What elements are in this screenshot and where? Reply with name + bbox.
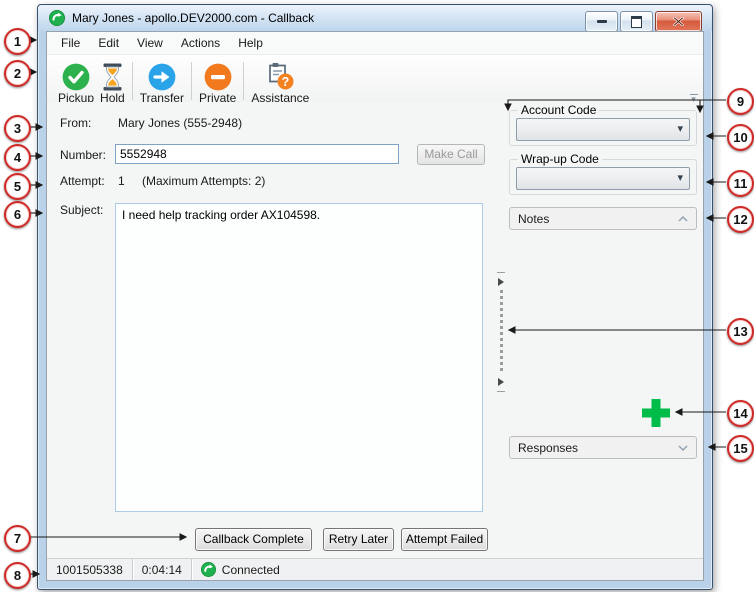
status-connection: Connected: [222, 563, 280, 577]
toolbar: Pickup Hold: [47, 55, 703, 107]
menu-actions[interactable]: Actions: [172, 33, 229, 53]
transfer-button[interactable]: Transfer: [137, 61, 187, 104]
toolbar-separator: [132, 62, 133, 100]
chevron-up-icon: [678, 216, 688, 222]
menu-view[interactable]: View: [128, 33, 172, 53]
wrapup-code-combobox[interactable]: ▾: [516, 167, 690, 190]
assistance-button[interactable]: ? Assistance: [248, 61, 312, 104]
minimize-icon: [597, 20, 607, 23]
retry-later-button[interactable]: Retry Later: [323, 528, 394, 551]
callout-14: 14: [727, 400, 754, 427]
toolbar-separator: [243, 62, 244, 100]
svg-text:?: ?: [282, 75, 290, 89]
status-duration-cell: 0:04:14: [133, 559, 192, 580]
add-response-icon[interactable]: [641, 398, 671, 428]
chevron-down-icon: ▾: [677, 122, 683, 136]
client-area: File Edit View Actions Help Pickup: [46, 31, 704, 581]
hold-hourglass-icon: [102, 63, 123, 91]
minimize-button[interactable]: [585, 11, 618, 32]
callout-7: 7: [4, 525, 31, 552]
from-label: From:: [60, 116, 91, 130]
from-value: Mary Jones (555-2948): [118, 116, 242, 130]
pickup-check-icon: [62, 63, 90, 91]
callout-5: 5: [4, 173, 31, 200]
panel-splitter[interactable]: [496, 272, 506, 392]
status-number: 1001505338: [56, 563, 123, 577]
callout-6: 6: [4, 201, 31, 228]
screenshot-stage: Mary Jones - apollo.DEV2000.com - Callba…: [0, 0, 754, 592]
attempt-value: 1: [118, 174, 125, 188]
callback-complete-button[interactable]: Callback Complete: [195, 528, 312, 551]
status-connection-cell: Connected: [192, 559, 289, 580]
pickup-button[interactable]: Pickup: [55, 61, 97, 104]
toolbar-overflow-icon: [690, 94, 698, 95]
subject-label: Subject:: [60, 203, 103, 217]
account-code-combobox[interactable]: ▾: [516, 118, 690, 141]
status-bar: 1001505338 0:04:14 Connected: [47, 558, 703, 580]
wrapup-code-label: Wrap-up Code: [518, 152, 602, 166]
private-button[interactable]: Private: [196, 61, 239, 104]
callout-12: 12: [727, 206, 754, 233]
callout-4: 4: [4, 144, 31, 171]
toolbar-separator: [191, 62, 192, 100]
splitter-end: [497, 391, 505, 392]
callout-1: 1: [4, 28, 31, 55]
callout-3: 3: [4, 115, 31, 142]
menu-bar: File Edit View Actions Help: [47, 32, 703, 55]
notes-expander[interactable]: Notes: [509, 207, 697, 230]
account-code-label: Account Code: [518, 103, 599, 117]
splitter-collapse-arrow-icon[interactable]: [498, 378, 504, 386]
transfer-arrow-icon: [148, 63, 176, 91]
number-input[interactable]: [115, 144, 399, 164]
number-label: Number:: [60, 148, 106, 162]
app-icon: [49, 10, 65, 26]
menu-file[interactable]: File: [52, 33, 89, 53]
callout-8: 8: [4, 562, 31, 589]
callout-13: 13: [727, 318, 754, 345]
callout-2: 2: [4, 60, 31, 87]
close-button[interactable]: [655, 11, 702, 32]
callout-15: 15: [727, 435, 754, 462]
window-title: Mary Jones - apollo.DEV2000.com - Callba…: [72, 11, 314, 25]
attempt-label: Attempt:: [60, 174, 105, 188]
connected-icon: [201, 562, 216, 577]
maximize-button[interactable]: [620, 11, 653, 32]
attempt-failed-button[interactable]: Attempt Failed: [401, 528, 488, 551]
assistance-question-icon: ?: [267, 62, 294, 91]
toolbar-overflow-button[interactable]: ▾: [687, 94, 700, 102]
title-bar[interactable]: Mary Jones - apollo.DEV2000.com - Callba…: [38, 5, 712, 31]
responses-expander[interactable]: Responses: [509, 436, 697, 459]
callout-9: 9: [727, 88, 754, 115]
responses-label: Responses: [518, 441, 578, 455]
splitter-end: [497, 272, 505, 273]
main-content: From: Mary Jones (555-2948) Number: Make…: [47, 102, 703, 559]
hold-button[interactable]: Hold: [97, 61, 128, 104]
callback-window: Mary Jones - apollo.DEV2000.com - Callba…: [37, 4, 713, 590]
make-call-button[interactable]: Make Call: [417, 144, 485, 165]
splitter-grip[interactable]: [500, 290, 503, 374]
close-icon: [673, 17, 684, 26]
attempt-max: (Maximum Attempts: 2): [142, 174, 265, 188]
chevron-down-icon: [678, 445, 688, 451]
status-duration: 0:04:14: [142, 563, 182, 577]
callout-11: 11: [727, 170, 754, 197]
splitter-collapse-arrow-icon[interactable]: [498, 278, 504, 286]
menu-edit[interactable]: Edit: [89, 33, 128, 53]
callout-10: 10: [727, 124, 754, 151]
chevron-down-icon: ▾: [677, 171, 683, 185]
notes-label: Notes: [518, 212, 549, 226]
account-code-group: Account Code ▾: [509, 103, 697, 146]
maximize-icon: [631, 16, 642, 28]
wrapup-code-group: Wrap-up Code ▾: [509, 152, 697, 195]
private-minus-icon: [204, 63, 232, 91]
subject-textarea[interactable]: I need help tracking order AX104598.: [115, 203, 483, 512]
menu-help[interactable]: Help: [229, 33, 272, 53]
status-number-cell: 1001505338: [47, 559, 133, 580]
